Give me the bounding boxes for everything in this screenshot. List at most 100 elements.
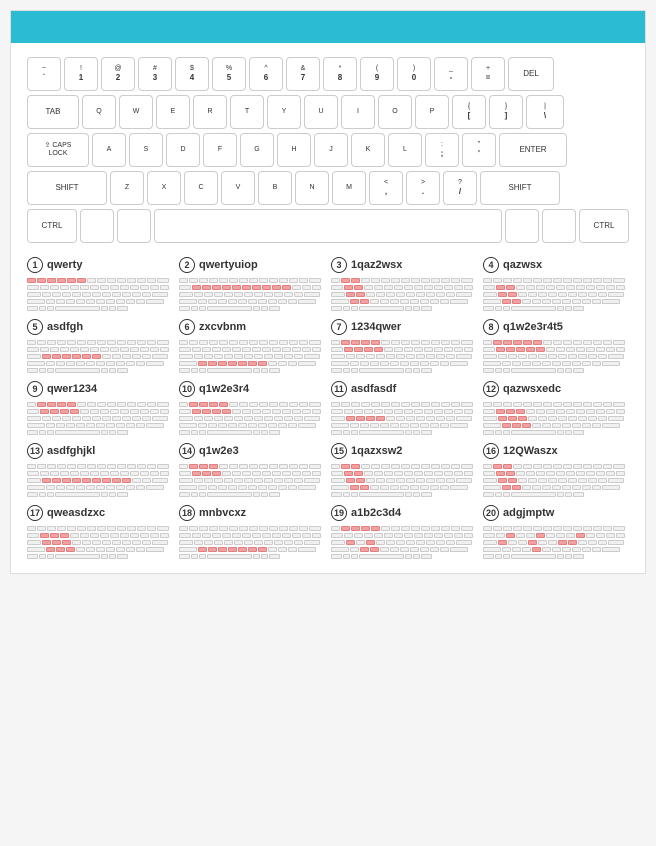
mini-key: [116, 485, 125, 490]
mini-key: [556, 533, 565, 538]
mini-key: [132, 292, 141, 297]
mini-key: [219, 526, 228, 531]
mini-key: [593, 340, 602, 345]
mini-key: [461, 526, 473, 531]
mini-key: [96, 485, 105, 490]
mini-key: [421, 526, 430, 531]
mini-key: [568, 478, 577, 483]
mini-key: [107, 464, 116, 469]
content: ~` !1 @2 #3 $4 %5 ^6 &7 *8 (9 )0 _- += D…: [11, 43, 645, 573]
key-4: $4: [175, 57, 209, 91]
mini-key: [261, 554, 268, 559]
mini-key: [179, 409, 191, 414]
pattern-label: 13 asdfghjkl: [27, 443, 173, 459]
mini-key: [414, 347, 423, 352]
mini-key: [268, 299, 277, 304]
mini-key: [563, 278, 572, 283]
mini-key: [568, 354, 577, 359]
mini-key: [142, 292, 151, 297]
mini-key: [86, 547, 95, 552]
mini-key: [588, 416, 597, 421]
key-9: (9: [360, 57, 394, 91]
mini-key: [126, 547, 135, 552]
mini-key: [361, 526, 370, 531]
mini-key: [254, 354, 263, 359]
key-k: K: [351, 133, 385, 167]
pattern-text: 12QWaszx: [503, 445, 558, 457]
pattern-number: 8: [483, 319, 499, 335]
mini-key: [112, 540, 121, 545]
mini-key: [331, 471, 343, 476]
mini-key: [191, 306, 198, 311]
mini-key: [401, 464, 410, 469]
mini-key: [602, 547, 620, 552]
pattern-label: 10 q1w2e3r4: [179, 381, 325, 397]
mini-key: [191, 430, 198, 435]
mini-key: [441, 278, 450, 283]
mini-key: [309, 278, 321, 283]
mini-key: [130, 471, 139, 476]
mini-key: [396, 354, 405, 359]
mini-key: [542, 361, 551, 366]
key-3: #3: [138, 57, 172, 91]
mini-key: [194, 292, 203, 297]
mini-key: [82, 478, 91, 483]
mini-key: [346, 478, 355, 483]
main-keyboard: ~` !1 @2 #3 $4 %5 ^6 &7 *8 (9 )0 _- += D…: [27, 57, 629, 243]
mini-key: [242, 533, 251, 538]
mini-key: [421, 306, 432, 311]
mini-key: [120, 533, 129, 538]
mini-key: [239, 278, 248, 283]
mini-key: [359, 430, 404, 435]
mini-key: [508, 292, 517, 297]
mini-key: [218, 361, 227, 366]
mini-key: [292, 533, 301, 538]
mini-key: [278, 299, 287, 304]
pattern-number: 14: [179, 443, 195, 459]
pattern-item: 2 qwertyuiop: [179, 257, 325, 311]
mini-key: [248, 299, 257, 304]
mini-key: [92, 478, 101, 483]
mini-key: [142, 478, 151, 483]
mini-key: [483, 354, 497, 359]
mini-key: [582, 547, 591, 552]
mini-key: [446, 540, 455, 545]
mini-key: [483, 526, 492, 531]
mini-key: [366, 540, 375, 545]
mini-key: [522, 299, 531, 304]
mini-key: [179, 526, 188, 531]
mini-key: [416, 292, 425, 297]
mini-key: [160, 471, 169, 476]
pattern-label: 9 qwer1234: [27, 381, 173, 397]
mini-key: [102, 416, 111, 421]
mini-key: [244, 354, 253, 359]
mini-key: [194, 354, 203, 359]
mini-key: [596, 347, 605, 352]
mini-key: [523, 402, 532, 407]
mini-key: [309, 526, 321, 531]
mini-key: [80, 409, 89, 414]
mini-key: [56, 361, 65, 366]
mini-key: [424, 533, 433, 538]
mini-key: [202, 285, 211, 290]
mini-key: [512, 547, 521, 552]
mini-key: [160, 409, 169, 414]
mini-key: [96, 547, 105, 552]
mini-key: [496, 533, 505, 538]
mini-key: [298, 485, 316, 490]
mini-key: [532, 423, 541, 428]
mini-key: [566, 533, 575, 538]
mini-key: [444, 471, 453, 476]
key-6: ^6: [249, 57, 283, 91]
mini-key: [483, 478, 497, 483]
mini-key: [50, 471, 59, 476]
mini-key: [204, 292, 213, 297]
mini-key: [47, 526, 56, 531]
mini-key: [483, 416, 497, 421]
key-b: B: [258, 171, 292, 205]
mini-key: [376, 292, 385, 297]
mini-key: [157, 278, 169, 283]
mini-key: [214, 540, 223, 545]
mini-key: [194, 540, 203, 545]
mini-key: [461, 464, 473, 469]
